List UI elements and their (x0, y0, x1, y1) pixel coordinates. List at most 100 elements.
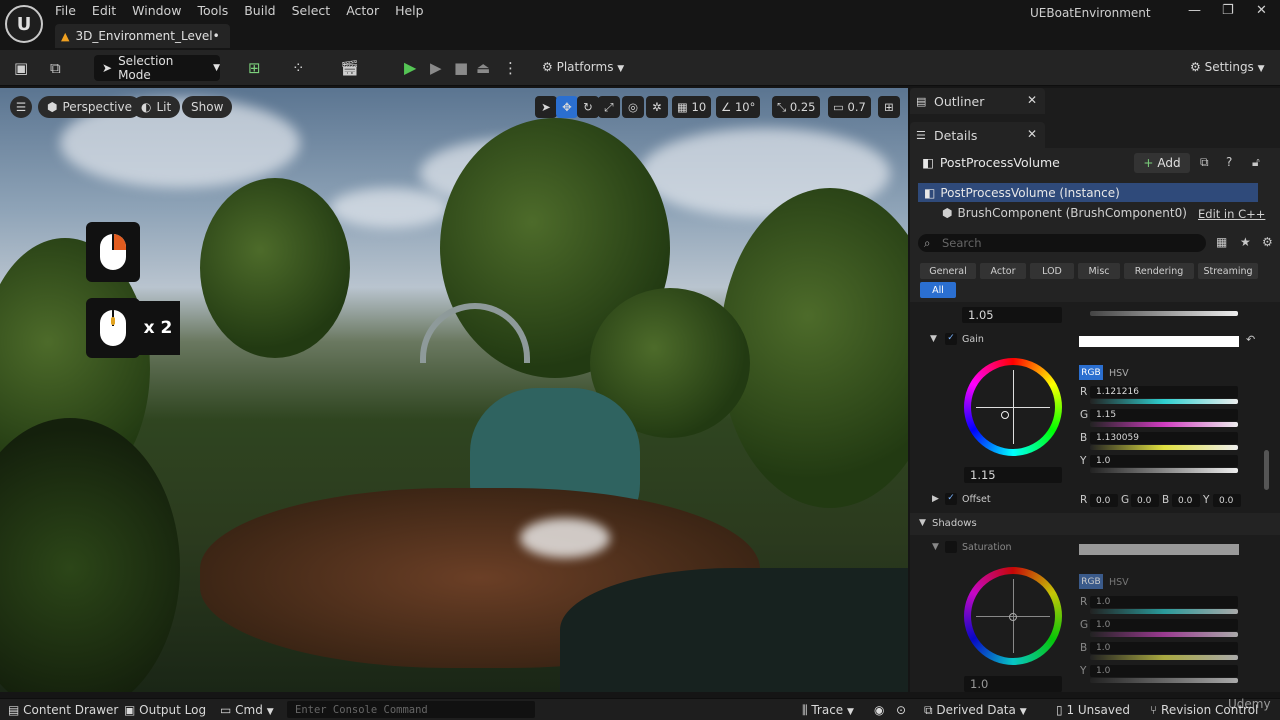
level-tab[interactable]: ▲ 3D_Environment_Level• (55, 24, 230, 48)
close-icon[interactable]: ✕ (1027, 127, 1037, 141)
more-options-icon[interactable]: ⋮ (503, 59, 518, 77)
translate-tool-icon[interactable]: ✥ (556, 96, 578, 118)
offset-y-field[interactable]: 0.0 (1213, 494, 1241, 507)
gain-b-field[interactable]: 1.130059 (1090, 432, 1238, 444)
step-icon[interactable]: ▶ (430, 59, 442, 77)
saturation-b-field[interactable]: 1.0 (1090, 642, 1238, 654)
offset-b-field[interactable]: 0.0 (1172, 494, 1200, 507)
blueprint-icon[interactable]: ⁘ (292, 59, 305, 77)
surface-snap-icon[interactable]: ✲ (646, 96, 668, 118)
add-component-button[interactable]: + Add (1134, 153, 1190, 173)
tab-outliner[interactable]: ▤ Outliner ✕ (910, 88, 1045, 114)
blueprint-icon[interactable]: ⧉ (1200, 155, 1209, 170)
star-icon[interactable]: ★ (1240, 235, 1251, 249)
stop-icon[interactable]: ■ (454, 59, 468, 77)
content-drawer-button[interactable]: ▤ Content Drawer (8, 703, 118, 717)
platforms-dropdown[interactable]: ⚙ Platforms ▼ (542, 60, 624, 74)
offset-g-field[interactable]: 0.0 (1131, 494, 1159, 507)
gain-checkbox[interactable]: ✓ (945, 333, 957, 345)
gain-hsv-toggle[interactable]: HSV (1109, 368, 1129, 379)
world-space-icon[interactable]: ◎ (622, 96, 644, 118)
chevron-down-icon[interactable]: ▼ (932, 542, 939, 552)
menu-tools[interactable]: Tools (197, 3, 238, 18)
viewport-layout-icon[interactable]: ⊞ (878, 96, 900, 118)
gain-r-field[interactable]: 1.121216 (1090, 386, 1238, 398)
grid-snap-button[interactable]: ▦ 10 (672, 96, 712, 118)
perspective-button[interactable]: ⬢ Perspective (38, 96, 141, 118)
selection-mode-dropdown[interactable]: ➤ Selection Mode ▼ (94, 54, 220, 82)
filter-lod[interactable]: LOD (1030, 263, 1074, 279)
gear-icon[interactable]: ⚙ (1262, 235, 1273, 249)
unsaved-button[interactable]: ▯ 1 Unsaved (1056, 703, 1130, 717)
add-actor-icon[interactable]: ⊞ (248, 59, 261, 77)
saturation-g-field[interactable]: 1.0 (1090, 619, 1238, 631)
tab-details[interactable]: ☰ Details ✕ (910, 122, 1045, 148)
gain-g-field[interactable]: 1.15 (1090, 409, 1238, 421)
settings-button[interactable]: ⚙ Settings ▼ (1190, 60, 1265, 74)
gain-wheel-handle[interactable] (1001, 411, 1009, 419)
shadows-section-header[interactable]: Shadows (932, 518, 977, 529)
viewport-menu-icon[interactable]: ☰ (10, 96, 32, 118)
save-icon[interactable]: ▣ (14, 59, 28, 77)
close-window-icon[interactable]: ✕ (1256, 3, 1267, 18)
edit-in-cpp-link[interactable]: Edit in C++ (1198, 207, 1265, 221)
filter-actor[interactable]: Actor (980, 263, 1026, 279)
gain-color-swatch[interactable] (1079, 336, 1239, 347)
camera-speed-button[interactable]: ▭ 0.7 (828, 96, 871, 118)
menu-edit[interactable]: Edit (92, 3, 126, 18)
show-button[interactable]: Show (182, 96, 233, 118)
cinematics-icon[interactable]: 🎬︎ (340, 59, 359, 77)
maximize-icon[interactable]: ❐ (1222, 3, 1234, 18)
chevron-down-icon[interactable]: ▼ (919, 518, 926, 528)
slate-icon[interactable]: ⊙ (896, 703, 906, 717)
menu-actor[interactable]: Actor (346, 3, 389, 18)
gain-y-field[interactable]: 1.0 (1090, 455, 1238, 467)
derived-data-button[interactable]: ⧉ Derived Data ▼ (924, 703, 1027, 718)
filter-general[interactable]: General (920, 263, 976, 279)
offset-r-field[interactable]: 0.0 (1090, 494, 1118, 507)
reset-icon[interactable]: ↶ (1246, 333, 1255, 346)
saturation-wheel-handle[interactable] (1009, 613, 1017, 621)
play-icon[interactable]: ▶ (404, 58, 416, 77)
output-log-button[interactable]: ▣ Output Log (124, 703, 206, 717)
lit-button[interactable]: ◐ Lit (132, 96, 181, 118)
trace-dropdown[interactable]: ⫼ Trace ▼ (802, 703, 854, 718)
cmd-dropdown[interactable]: ▭ Cmd ▼ (220, 703, 274, 717)
source-control-icon[interactable]: ⧉ (50, 59, 61, 77)
top-value-field[interactable]: 1.05 (962, 307, 1062, 323)
close-icon[interactable]: ✕ (1027, 93, 1037, 107)
menu-window[interactable]: Window (132, 3, 191, 18)
saturation-color-swatch[interactable] (1079, 544, 1239, 555)
saturation-y-field[interactable]: 1.0 (1090, 665, 1238, 677)
select-tool-icon[interactable]: ➤ (535, 96, 557, 118)
details-scrollbar[interactable] (1264, 450, 1269, 490)
help-icon[interactable]: ? (1226, 155, 1232, 169)
menu-help[interactable]: Help (395, 3, 434, 18)
menu-select[interactable]: Select (292, 3, 341, 18)
lock-icon[interactable]: 🔓︎ (1252, 155, 1260, 170)
rotate-tool-icon[interactable]: ↻ (577, 96, 599, 118)
level-viewport[interactable] (0, 88, 908, 692)
instance-row[interactable]: ◧ PostProcessVolume (Instance) (918, 183, 1258, 202)
brush-component-row[interactable]: ⬢ BrushComponent (BrushComponent0) (942, 206, 1187, 220)
unreal-logo-icon[interactable]: U (5, 5, 43, 43)
record-icon[interactable]: ◉ (874, 703, 884, 717)
rotation-snap-button[interactable]: ∠ 10° (716, 96, 761, 118)
saturation-r-field[interactable]: 1.0 (1090, 596, 1238, 608)
menu-build[interactable]: Build (244, 3, 285, 18)
gain-rgb-toggle[interactable]: RGB (1079, 365, 1103, 380)
filter-streaming[interactable]: Streaming (1198, 263, 1258, 279)
menu-file[interactable]: File (55, 3, 86, 18)
offset-checkbox[interactable]: ✓ (945, 493, 957, 505)
scale-snap-button[interactable]: ⤡ 0.25 (772, 96, 821, 118)
console-command-input[interactable]: Enter Console Command (287, 701, 535, 718)
saturation-rgb-toggle[interactable]: RGB (1079, 574, 1103, 589)
eject-icon[interactable]: ⏏ (476, 59, 490, 77)
table-view-icon[interactable]: ▦ (1216, 235, 1227, 249)
minimize-icon[interactable]: — (1188, 3, 1201, 18)
details-search-input[interactable]: ⌕ Search (918, 234, 1206, 252)
chevron-down-icon[interactable]: ▼ (930, 334, 937, 344)
scale-tool-icon[interactable]: ⤢ (598, 96, 620, 118)
saturation-checkbox[interactable] (945, 541, 957, 553)
filter-misc[interactable]: Misc (1078, 263, 1120, 279)
